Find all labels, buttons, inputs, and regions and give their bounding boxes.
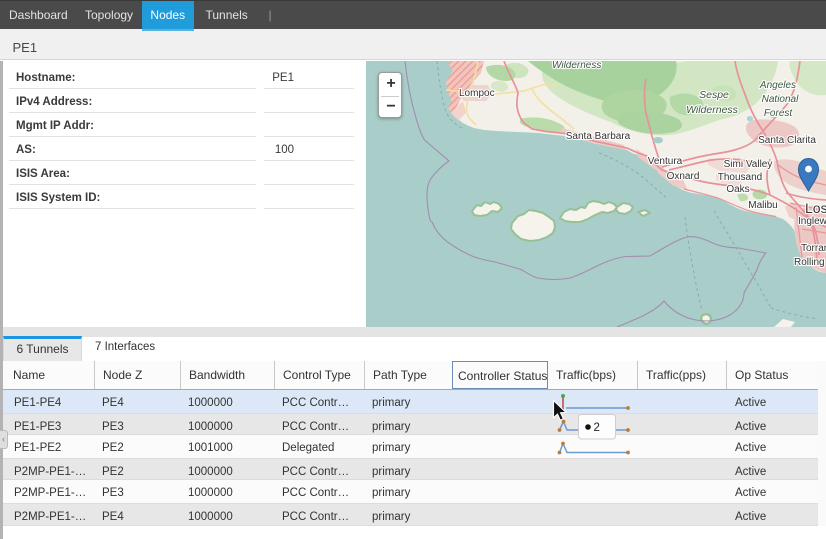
svg-text:Rolling H: Rolling H (794, 257, 826, 268)
svg-text:Ventura: Ventura (648, 156, 683, 167)
svg-text:Santa Barbara: Santa Barbara (566, 131, 631, 142)
svg-text:Forest: Forest (764, 108, 794, 119)
svg-text:Lompoc: Lompoc (459, 88, 495, 99)
svg-text:Thousand: Thousand (718, 172, 762, 183)
svg-text:Simi Valley: Simi Valley (724, 159, 773, 170)
svg-text:Wilderness: Wilderness (686, 104, 739, 116)
svg-text:Torran: Torran (801, 243, 826, 254)
svg-text:National: National (762, 94, 799, 105)
svg-text:Los A: Los A (805, 200, 826, 216)
svg-text:Santa Clarita: Santa Clarita (758, 135, 816, 146)
svg-text:Malibu: Malibu (748, 200, 777, 211)
svg-text:Inglewo: Inglewo (798, 216, 826, 227)
svg-text:Oaks: Oaks (726, 184, 749, 195)
svg-text:Wilderness: Wilderness (552, 61, 601, 71)
svg-text:Oxnard: Oxnard (667, 171, 700, 182)
svg-text:Sespe: Sespe (699, 89, 729, 101)
svg-text:Angeles: Angeles (759, 80, 796, 91)
svg-text:2: 2 (594, 422, 600, 434)
